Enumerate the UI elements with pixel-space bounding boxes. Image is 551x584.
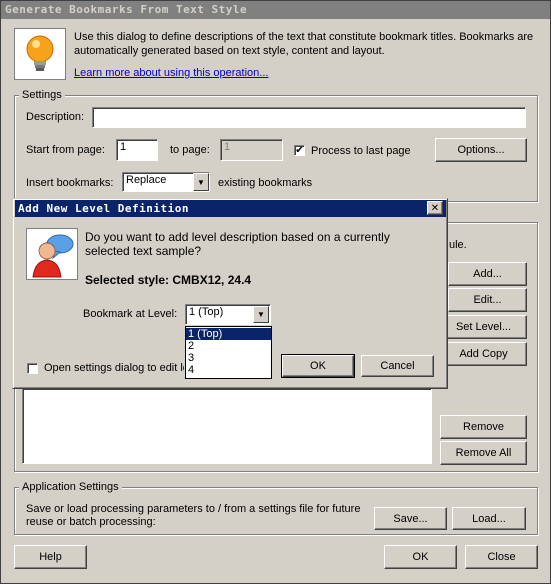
to-page-label: to page: bbox=[170, 144, 210, 156]
level-option-1[interactable]: 1 (Top) bbox=[186, 328, 271, 340]
existing-bookmarks-label: existing bookmarks bbox=[218, 177, 313, 189]
insert-mode-value: Replace bbox=[126, 174, 167, 186]
description-label: Description: bbox=[26, 111, 85, 123]
start-page-field[interactable]: 1 bbox=[116, 139, 158, 161]
process-last-checkbox[interactable]: ✔ bbox=[294, 145, 305, 156]
dialog-title: Add New Level Definition bbox=[15, 200, 446, 217]
add-copy-button[interactable]: Add Copy bbox=[440, 342, 527, 366]
dialog-ok-button[interactable]: OK bbox=[281, 354, 355, 378]
add-level-button[interactable]: Add... bbox=[448, 262, 527, 286]
ok-button[interactable]: OK bbox=[384, 545, 457, 569]
help-button[interactable]: Help bbox=[14, 545, 87, 569]
dialog-close-icon[interactable]: ✕ bbox=[427, 201, 443, 215]
bookmark-level-dropdown-icon[interactable]: ▼ bbox=[253, 306, 269, 323]
level-option-4[interactable]: 4 bbox=[186, 364, 271, 376]
dialog-question: Do you want to add level description bas… bbox=[85, 230, 390, 258]
bookmark-level-options[interactable]: 1 (Top) 2 3 4 bbox=[185, 326, 272, 379]
app-settings-text: Save or load processing parameters to / … bbox=[26, 503, 361, 528]
insert-bookmarks-label: Insert bookmarks: bbox=[26, 177, 114, 189]
options-button[interactable]: Options... bbox=[435, 138, 527, 162]
insert-mode-dropdown-icon[interactable]: ▼ bbox=[193, 173, 209, 191]
start-page-label: Start from page: bbox=[26, 144, 105, 156]
open-settings-label: Open settings dialog to edit le bbox=[44, 362, 184, 374]
settings-legend: Settings bbox=[19, 89, 65, 101]
close-button[interactable]: Close bbox=[465, 545, 538, 569]
process-last-label: Process to last page bbox=[311, 145, 411, 157]
edit-level-button[interactable]: Edit... bbox=[448, 288, 527, 312]
bookmark-level-value: 1 (Top) bbox=[189, 306, 224, 318]
learn-more-link[interactable]: Learn more about using this operation... bbox=[74, 67, 268, 79]
to-page-field[interactable]: 1 bbox=[220, 139, 283, 161]
selected-style-label: Selected style: CMBX12, 24.4 bbox=[85, 273, 252, 287]
lightbulb-icon bbox=[14, 28, 66, 80]
remove-all-button[interactable]: Remove All bbox=[440, 441, 527, 465]
window-title: Generate Bookmarks From Text Style bbox=[1, 1, 550, 19]
level-option-3[interactable]: 3 bbox=[186, 352, 271, 364]
remove-button[interactable]: Remove bbox=[440, 415, 527, 439]
intro-text: Use this dialog to define descriptions o… bbox=[74, 31, 534, 57]
levels-partial-text: ule. bbox=[449, 239, 467, 251]
user-question-icon bbox=[26, 228, 78, 280]
open-settings-checkbox[interactable] bbox=[27, 363, 38, 374]
load-settings-button[interactable]: Load... bbox=[452, 507, 526, 530]
dialog-cancel-button[interactable]: Cancel bbox=[361, 355, 434, 377]
bookmark-level-label: Bookmark at Level: bbox=[83, 308, 178, 320]
set-level-button[interactable]: Set Level... bbox=[440, 315, 527, 339]
level-option-2[interactable]: 2 bbox=[186, 340, 271, 352]
app-settings-legend: Application Settings bbox=[19, 481, 122, 493]
level-definitions-list[interactable] bbox=[22, 388, 432, 464]
save-settings-button[interactable]: Save... bbox=[374, 507, 447, 530]
description-field[interactable] bbox=[92, 107, 526, 128]
